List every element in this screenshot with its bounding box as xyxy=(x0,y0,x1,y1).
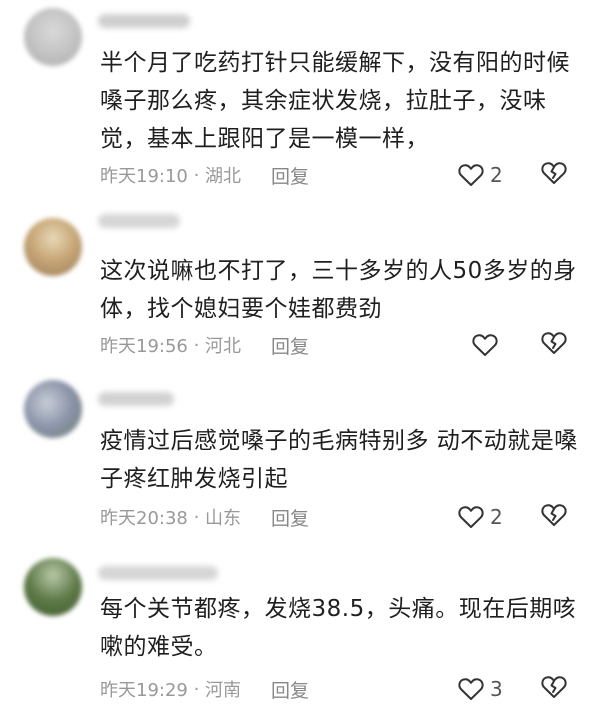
comment-item: 疫情过后感觉嗓子的毛病特别多 动不动就是嗓子疼红肿发烧引起 昨天20:38 · … xyxy=(0,380,600,550)
reply-button[interactable]: 回复 xyxy=(271,676,309,703)
heart-icon xyxy=(458,505,484,529)
like-button[interactable]: 3 xyxy=(458,674,503,704)
comment-item: 半个月了吃药打针只能缓解下，没有阳的时候嗓子那么疼，其余症状发烧，拉肚子，没味觉… xyxy=(0,0,600,200)
broken-heart-icon xyxy=(540,161,568,189)
comment-time: 昨天19:10 xyxy=(100,166,188,187)
comment-item: 这次说嘛也不打了，三十多岁的人50多岁的身体，找个媳妇要个娃都费劲 昨天19:5… xyxy=(0,200,600,380)
username[interactable] xyxy=(98,14,190,28)
like-count: 2 xyxy=(490,505,503,529)
broken-heart-icon xyxy=(540,675,568,703)
comment-location: 河北 xyxy=(205,336,242,357)
comment-meta: 昨天19:10 · 湖北 回复 xyxy=(100,160,309,190)
heart-icon xyxy=(458,163,484,187)
comment-meta: 昨天20:38 · 山东 回复 xyxy=(100,502,309,532)
comment-time: 昨天19:29 xyxy=(100,680,188,701)
comment-time: 昨天19:56 xyxy=(100,336,188,357)
comment-meta: 昨天19:56 · 河北 回复 xyxy=(100,330,309,360)
like-count: 3 xyxy=(490,677,503,701)
separator: · xyxy=(187,164,206,186)
dislike-button[interactable] xyxy=(540,502,568,532)
comment-meta: 昨天19:29 · 河南 回复 xyxy=(100,674,309,704)
heart-icon xyxy=(472,333,498,357)
comment-location: 湖北 xyxy=(205,166,242,187)
like-count: 2 xyxy=(490,163,503,187)
avatar[interactable] xyxy=(24,380,82,438)
separator: · xyxy=(187,678,206,700)
dislike-button[interactable] xyxy=(540,674,568,704)
username[interactable] xyxy=(98,392,174,406)
username[interactable] xyxy=(98,566,218,580)
reply-button[interactable]: 回复 xyxy=(271,504,309,531)
comment-text: 这次说嘛也不打了，三十多岁的人50多岁的身体，找个媳妇要个娃都费劲 xyxy=(100,258,577,322)
separator: · xyxy=(187,334,206,356)
separator: · xyxy=(187,506,206,528)
avatar[interactable] xyxy=(24,218,82,276)
dislike-button[interactable] xyxy=(540,330,568,360)
comment-time: 昨天20:38 xyxy=(100,508,188,529)
like-button[interactable]: 2 xyxy=(458,502,503,532)
reply-button[interactable]: 回复 xyxy=(271,162,309,189)
heart-icon xyxy=(458,677,484,701)
broken-heart-icon xyxy=(540,331,568,359)
reply-button[interactable]: 回复 xyxy=(271,332,309,359)
comment-text: 每个关节都疼，发烧38.5，头痛。现在后期咳嗽的难受。 xyxy=(100,596,577,660)
avatar[interactable] xyxy=(24,8,82,66)
comment-location: 山东 xyxy=(205,508,242,529)
username[interactable] xyxy=(98,214,180,228)
dislike-button[interactable] xyxy=(540,160,568,190)
avatar[interactable] xyxy=(24,558,82,616)
comment-text: 半个月了吃药打针只能缓解下，没有阳的时候嗓子那么疼，其余症状发烧，拉肚子，没味觉… xyxy=(100,50,570,152)
like-button[interactable]: 2 xyxy=(458,160,503,190)
like-button[interactable] xyxy=(472,330,498,360)
broken-heart-icon xyxy=(540,503,568,531)
comment-location: 河南 xyxy=(205,680,242,701)
comment-text: 疫情过后感觉嗓子的毛病特别多 动不动就是嗓子疼红肿发烧引起 xyxy=(100,428,578,492)
comment-item: 每个关节都疼，发烧38.5，头痛。现在后期咳嗽的难受。 昨天19:29 · 河南… xyxy=(0,550,600,720)
